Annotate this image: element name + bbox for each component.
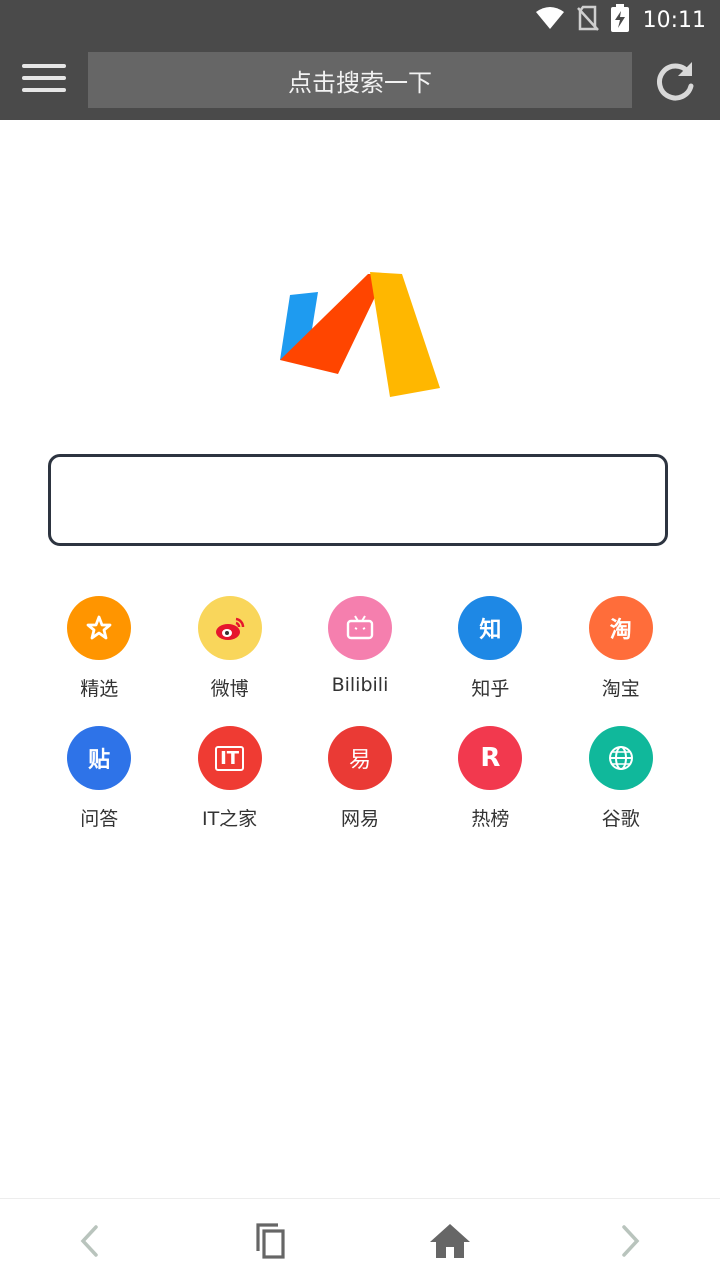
shortcut-label: 精选 — [80, 678, 119, 700]
menu-icon[interactable] — [22, 64, 66, 98]
shortcut-label: 知乎 — [471, 678, 510, 700]
bottom-nav — [0, 1198, 720, 1281]
wifi-icon — [535, 6, 565, 34]
search-bar[interactable]: 点击搜索一下 — [88, 52, 632, 108]
battery-charging-icon — [610, 4, 629, 36]
refresh-icon[interactable] — [652, 58, 698, 104]
taobao-glyph: 淘 — [609, 618, 632, 643]
shortcut-label: IT之家 — [201, 808, 258, 830]
shortcut-netease[interactable]: 易 网易 — [295, 726, 425, 856]
shortcut-wenda[interactable]: 贴 问答 — [34, 726, 164, 856]
shortcut-google[interactable]: 谷歌 — [556, 726, 686, 856]
tieba-icon: 贴 — [67, 726, 132, 790]
shortcut-rebang[interactable]: R 热榜 — [425, 726, 555, 856]
shortcut-label: 网易 — [340, 808, 379, 830]
shortcut-label: 问答 — [80, 808, 119, 830]
netease-icon: 易 — [327, 726, 392, 790]
shortcut-row: 贴 问答 IT IT之家 易 网易 R 热榜 谷歌 — [34, 726, 686, 856]
globe-icon — [588, 726, 653, 790]
via-logo — [270, 262, 450, 407]
shortcut-label: 热榜 — [471, 808, 510, 830]
ithome-icon: IT — [197, 726, 262, 790]
tabs-icon[interactable] — [248, 1219, 292, 1263]
search-bar-label: 点击搜索一下 — [288, 68, 432, 97]
shortcut-label: Bilibili — [331, 674, 389, 696]
status-icons: 10:11 — [535, 4, 706, 36]
home-icon[interactable] — [428, 1219, 472, 1263]
shortcut-weibo[interactable]: 微博 — [164, 596, 294, 726]
toolbar: 点击搜索一下 — [0, 40, 720, 120]
tieba-glyph: 贴 — [88, 748, 111, 773]
main-search-input[interactable] — [48, 454, 668, 546]
status-bar: 10:11 — [0, 0, 720, 40]
shortcut-label: 淘宝 — [601, 678, 640, 700]
shortcut-jingxuan[interactable]: 精选 — [34, 596, 164, 726]
taobao-icon: 淘 — [588, 596, 653, 660]
forward-icon[interactable] — [608, 1219, 652, 1263]
zhihu-icon: 知 — [458, 596, 523, 660]
zhihu-glyph: 知 — [479, 618, 502, 643]
shortcut-zhihu[interactable]: 知 知乎 — [425, 596, 555, 726]
shortcut-ithome[interactable]: IT IT之家 — [164, 726, 294, 856]
weibo-icon — [197, 596, 262, 660]
ithome-glyph: IT — [215, 745, 245, 771]
shortcut-row: 精选 微博 Bilibili 知 知乎 淘 淘宝 — [34, 596, 686, 726]
back-icon[interactable] — [68, 1219, 112, 1263]
netease-glyph: 易 — [348, 748, 371, 773]
star-icon — [67, 596, 132, 660]
status-time: 10:11 — [642, 7, 706, 33]
rebang-glyph: R — [480, 743, 501, 773]
shortcut-grid: 精选 微博 Bilibili 知 知乎 淘 淘宝 贴 问答 IT IT之家 易 … — [34, 596, 686, 856]
rebang-icon: R — [458, 726, 523, 790]
shortcut-taobao[interactable]: 淘 淘宝 — [556, 596, 686, 726]
no-sim-icon — [576, 5, 599, 35]
shortcut-label: 谷歌 — [601, 808, 640, 830]
shortcut-bilibili[interactable]: Bilibili — [295, 596, 425, 726]
shortcut-label: 微博 — [210, 678, 249, 700]
bilibili-tv-icon — [327, 596, 392, 660]
